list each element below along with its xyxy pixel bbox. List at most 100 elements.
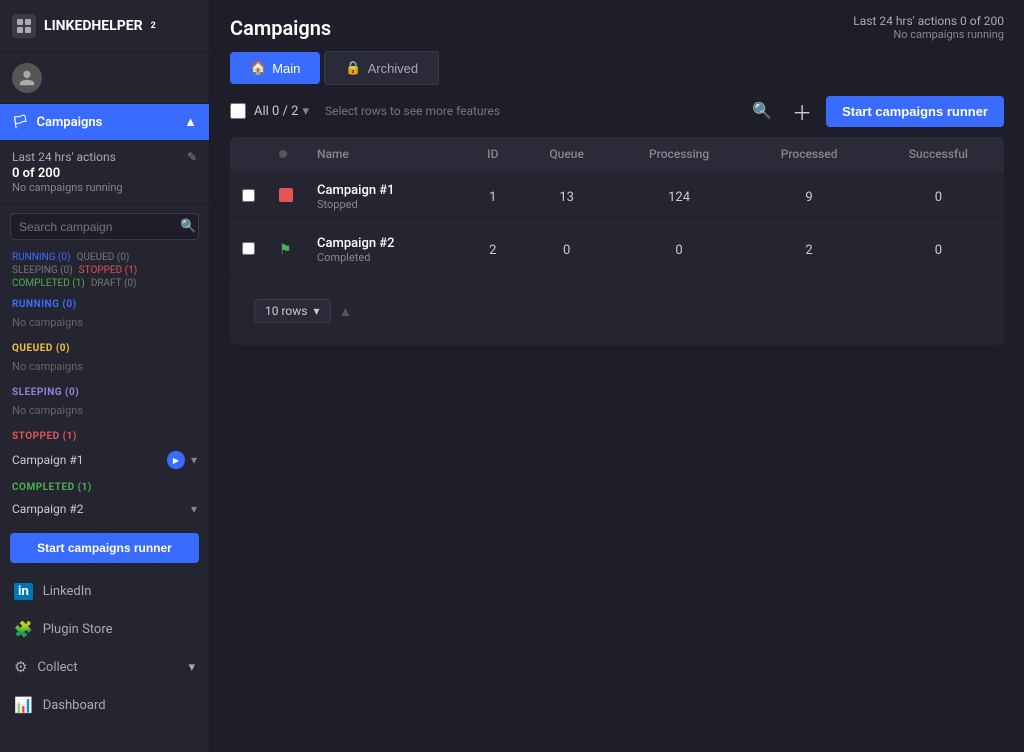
filter-running[interactable]: RUNNING (0): [12, 252, 71, 263]
select-hint: Select rows to see more features: [325, 104, 500, 118]
no-campaigns-running: No campaigns running: [853, 28, 1004, 41]
stopped-campaign-item[interactable]: Campaign #1 ▶ ▾: [12, 446, 197, 474]
all-count: All 0 / 2: [254, 104, 298, 119]
row1-status: [267, 171, 305, 224]
rows-per-page-select[interactable]: 10 rows ▾: [254, 299, 331, 323]
completed-status-icon: ⚑: [279, 242, 293, 256]
filter-tags: RUNNING (0) QUEUED (0) SLEEPING (0) STOP…: [0, 248, 209, 293]
section-running: RUNNING (0) No campaigns: [0, 293, 209, 337]
campaigns-nav-label: Campaigns: [37, 115, 103, 130]
section-completed: COMPLETED (1) Campaign #2 ▾: [0, 476, 209, 523]
search-input[interactable]: [19, 220, 174, 234]
edit-icon[interactable]: ✎: [187, 150, 197, 164]
scroll-up-button[interactable]: ▲: [339, 303, 353, 320]
sidebar: LINKEDHELPER2 🏳 Campaigns ▲ Last 24 hrs'…: [0, 0, 210, 752]
completed-campaign-name: Campaign #2: [12, 502, 191, 516]
sidebar-item-collect[interactable]: ⚙ Collect ▾: [0, 648, 209, 686]
sleeping-label: SLEEPING (0): [12, 387, 197, 398]
table-row[interactable]: Campaign #1 Stopped 1 13 124 9 0: [230, 171, 1004, 224]
id-header[interactable]: ID: [465, 137, 521, 171]
table-footer-row: 10 rows ▾ ▲: [230, 277, 1004, 346]
processed-header[interactable]: Processed: [745, 137, 872, 171]
filter-stopped[interactable]: STOPPED (1): [79, 265, 138, 276]
search-toolbar-button[interactable]: 🔍: [746, 95, 778, 127]
all-label: All 0 / 2 ▾: [254, 104, 309, 119]
linkedin-label: LinkedIn: [43, 584, 92, 599]
row1-campaign-status: Stopped: [317, 198, 453, 211]
start-campaigns-runner-main-button[interactable]: Start campaigns runner: [826, 96, 1004, 127]
row1-id: 1: [465, 171, 521, 224]
running-label: RUNNING (0): [12, 299, 197, 310]
row1-checkbox[interactable]: [230, 171, 267, 224]
campaigns-table: Name ID Queue Processing Processed Succe…: [230, 137, 1004, 345]
status-dot-header: [279, 150, 287, 158]
row1-campaign-name: Campaign #1: [317, 183, 453, 198]
filter-queued[interactable]: QUEUED (0): [77, 252, 130, 263]
completed-campaign-item[interactable]: Campaign #2 ▾: [12, 497, 197, 521]
chevron-down-icon-completed[interactable]: ▾: [191, 502, 197, 516]
search-bar[interactable]: 🔍: [10, 213, 199, 240]
successful-header[interactable]: Successful: [873, 137, 1004, 171]
completed-label: COMPLETED (1): [12, 482, 197, 493]
sidebar-item-linkedin[interactable]: in LinkedIn: [0, 573, 209, 610]
row2-processing: 0: [613, 224, 746, 277]
running-no-campaigns: No campaigns: [12, 314, 197, 335]
logo: LINKEDHELPER2: [0, 0, 209, 53]
sidebar-item-dashboard[interactable]: 📊 Dashboard: [0, 686, 209, 724]
add-icon: ＋: [792, 97, 812, 126]
row2-checkbox-input[interactable]: [242, 242, 255, 255]
search-icon: 🔍: [180, 219, 196, 234]
dashboard-icon: 📊: [14, 696, 33, 714]
chevron-down-icon[interactable]: ▾: [191, 453, 197, 467]
queue-header[interactable]: Queue: [521, 137, 613, 171]
tab-main[interactable]: 🏠 Main: [230, 52, 320, 84]
logo-icon: [12, 14, 36, 38]
chevron-up-icon: ▲: [184, 114, 197, 130]
stats-title-text: Last 24 hrs' actions: [12, 150, 116, 164]
app-name: LINKEDHELPER: [44, 18, 143, 34]
checkbox-header: [230, 137, 267, 171]
plugin-store-icon: 🧩: [14, 620, 33, 638]
chevron-down-all-icon[interactable]: ▾: [302, 104, 309, 119]
row2-campaign-name: Campaign #2: [317, 236, 453, 251]
row2-successful: 0: [873, 224, 1004, 277]
row2-checkbox[interactable]: [230, 224, 267, 277]
row2-processed: 2: [745, 224, 872, 277]
table-header: Name ID Queue Processing Processed Succe…: [230, 137, 1004, 171]
start-campaigns-runner-button[interactable]: Start campaigns runner: [10, 533, 199, 563]
tab-archived[interactable]: 🔒 Archived: [324, 51, 439, 85]
status-header: [267, 137, 305, 171]
stats-section: Last 24 hrs' actions ✎ 0 of 200 No campa…: [0, 140, 209, 205]
search-toolbar-icon: 🔍: [752, 101, 772, 121]
select-all-checkbox[interactable]: [230, 103, 246, 119]
table-row[interactable]: ⚑ Campaign #2 Completed 2 0 0 2 0: [230, 224, 1004, 277]
linkedin-icon: in: [14, 583, 33, 600]
section-queued: QUEUED (0) No campaigns: [0, 337, 209, 381]
sidebar-item-plugin-store[interactable]: 🧩 Plugin Store: [0, 610, 209, 648]
filter-sleeping[interactable]: SLEEPING (0): [12, 265, 73, 276]
dashboard-label: Dashboard: [43, 698, 106, 713]
filter-completed[interactable]: COMPLETED (1): [12, 278, 85, 289]
plugin-store-label: Plugin Store: [43, 622, 113, 637]
row2-queue: 0: [521, 224, 613, 277]
processing-header[interactable]: Processing: [613, 137, 746, 171]
filter-draft[interactable]: DRAFT (0): [91, 278, 137, 289]
avatar[interactable]: [12, 63, 42, 93]
row1-successful: 0: [873, 171, 1004, 224]
actions-count: Last 24 hrs' actions 0 of 200: [853, 14, 1004, 28]
tab-archived-label: Archived: [368, 61, 419, 76]
rows-chevron-icon: ▾: [313, 304, 319, 318]
avatar-section: [0, 53, 209, 104]
add-button[interactable]: ＋: [786, 95, 818, 127]
stats-count: 0 of 200: [12, 166, 197, 181]
stopped-campaign-name: Campaign #1: [12, 453, 167, 467]
name-header[interactable]: Name: [305, 137, 465, 171]
stats-no-running: No campaigns running: [12, 181, 197, 194]
sidebar-nav: in LinkedIn 🧩 Plugin Store ⚙ Collect ▾ 📊…: [0, 573, 209, 752]
collect-label: Collect: [37, 660, 77, 675]
play-button[interactable]: ▶: [167, 451, 185, 469]
campaigns-nav-item[interactable]: 🏳 Campaigns ▲: [0, 104, 209, 140]
row1-processed: 9: [745, 171, 872, 224]
row2-campaign-status: Completed: [317, 251, 453, 264]
row1-checkbox-input[interactable]: [242, 189, 255, 202]
